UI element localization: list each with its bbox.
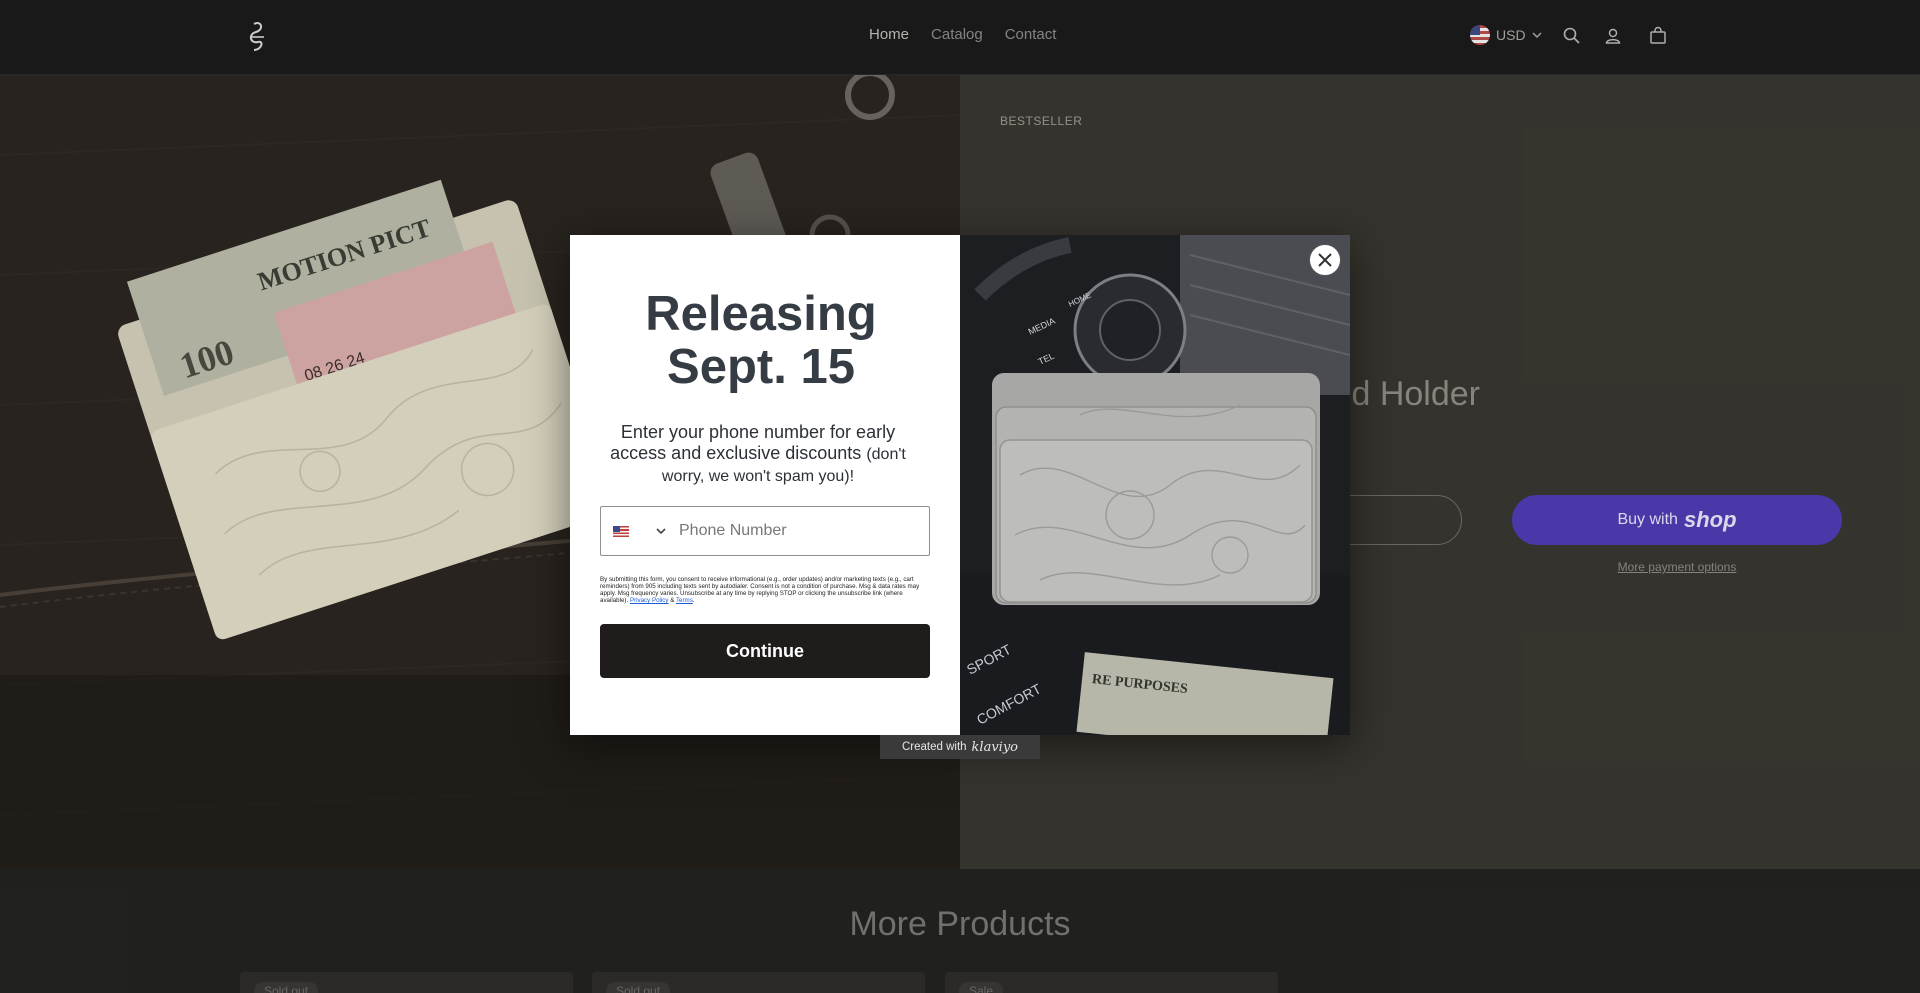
popup-heading-line2: Sept. 15 <box>667 340 855 394</box>
popup-heading: Releasing Sept. 15 <box>570 288 952 394</box>
popup-subtext: Enter your phone number for early access… <box>608 422 908 487</box>
klaviyo-logo: klaviyo <box>971 739 1019 755</box>
close-icon <box>1318 253 1332 267</box>
consent-legal-text: By submitting this form, you consent to … <box>600 576 930 604</box>
legal-period: . <box>692 597 695 604</box>
us-flag-icon[interactable] <box>613 525 629 537</box>
legal-amp: & <box>670 597 675 604</box>
popup-heading-line1: Releasing <box>645 287 877 341</box>
close-popup-button[interactable] <box>1309 244 1341 276</box>
privacy-policy-link[interactable]: Privacy Policy <box>630 597 669 604</box>
phone-number-input[interactable] <box>677 521 911 541</box>
popup-image-panel: MEDIA HOME TEL SPORT COMFORT RE PURPOSES <box>960 235 1350 735</box>
klaviyo-badge-link[interactable]: Created with klaviyo <box>880 735 1040 759</box>
klaviyo-prefix: Created with <box>901 741 967 753</box>
card-holder-product-photo: MEDIA HOME TEL SPORT COMFORT RE PURPOSES <box>960 235 1350 735</box>
signup-popup: Releasing Sept. 15 Enter your phone numb… <box>570 235 1350 735</box>
terms-link[interactable]: Terms <box>676 597 693 604</box>
continue-button[interactable]: Continue <box>600 624 930 678</box>
popup-subtext-main: Enter your phone number for early access… <box>610 422 896 463</box>
chevron-down-icon[interactable] <box>655 525 667 537</box>
phone-number-field <box>600 506 930 556</box>
popup-form-panel: Releasing Sept. 15 Enter your phone numb… <box>570 235 960 735</box>
